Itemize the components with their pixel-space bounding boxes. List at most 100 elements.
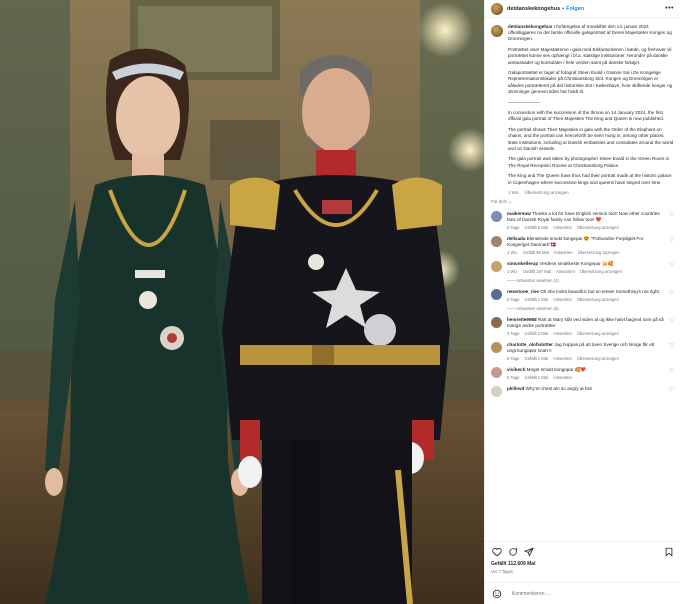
comment-username[interactable]: dellsada — [507, 236, 525, 241]
comment-reply-button[interactable]: Antworten — [556, 269, 575, 274]
comment-likes[interactable]: Gefällt 1 Mal — [525, 297, 549, 302]
avatar[interactable] — [491, 2, 503, 15]
caption-time: 1 Wo. — [508, 190, 520, 196]
caption-avatar[interactable] — [491, 25, 503, 37]
comment-body: Oh she looks beautiful, but so tense! So… — [540, 289, 661, 295]
header-username[interactable]: detdanskekongehus — [507, 6, 560, 12]
royal-portrait-image — [0, 0, 484, 604]
caption: detdanskekongehus I forlængelse af trons… — [491, 24, 674, 195]
comment-translate-link[interactable]: Übersetzung anzeigen — [578, 250, 620, 255]
comment-avatar[interactable] — [491, 367, 502, 379]
post-date: Vor 7 Tagen — [491, 569, 514, 574]
caption-text-7: The King and The Queen have thus had the… — [508, 173, 672, 185]
comment-avatar[interactable] — [491, 236, 502, 248]
comment-time: 1 Wo. — [507, 269, 518, 275]
comment-like-heart-icon[interactable]: ♡ — [669, 368, 674, 374]
comment-likes[interactable]: Gefällt 1 Mal — [525, 375, 549, 380]
comment-avatar[interactable] — [491, 386, 502, 398]
comment-translate-link[interactable]: Übersetzung anzeigen — [580, 269, 622, 274]
comment-time: 6 Tage — [507, 297, 520, 303]
emoji-icon[interactable] — [491, 588, 502, 599]
comment-icon[interactable] — [507, 546, 518, 557]
comment-meta: 1 Wo. Gefällt 98 Mal Antworten Übersetzung … — [507, 250, 664, 255]
share-icon[interactable] — [523, 546, 534, 557]
comment-body: Why're chest am so angry at him — [525, 386, 593, 392]
comment-like-heart-icon[interactable]: ♡ — [669, 290, 674, 296]
comment-text: vivibech Meget smukt kongepar 🥰❤️ — [507, 367, 664, 373]
comment-username[interactable]: maikereuw — [507, 211, 531, 216]
comment-like-heart-icon[interactable]: ♡ — [669, 387, 674, 393]
comment-body: Meget smukt kongepar 🥰❤️ — [526, 367, 587, 373]
post-sidebar: detdanskekongehus • Folgen ••• detdanske… — [484, 0, 680, 604]
comment-username[interactable]: newstone_rise — [507, 289, 539, 294]
post-photo[interactable] — [0, 0, 484, 604]
comment-item: charlotte_olofsdotter Jag hoppas på att … — [491, 342, 674, 361]
comment-list: maikereuw Thanks a lot for have English … — [491, 211, 674, 399]
comment-text: pkillovd Why're chest am so angry at him — [507, 386, 664, 392]
comment-avatar[interactable] — [491, 289, 502, 301]
comment-text: henriette9988 Rart at Mary står ved side… — [507, 317, 664, 329]
comment-like-heart-icon[interactable]: ♡ — [669, 212, 674, 218]
heart-icon[interactable] — [491, 546, 502, 557]
more-options-icon[interactable]: ••• — [665, 5, 674, 12]
view-replies-link[interactable]: —— Antworten ansehen (5) — [507, 306, 674, 311]
bookmark-icon[interactable] — [663, 546, 674, 557]
comment-reply-button[interactable]: Antworten — [553, 356, 572, 361]
comment-time: 3 Tage — [507, 331, 520, 337]
comment-reply-button[interactable]: Antworten — [554, 250, 573, 255]
comment-like-heart-icon[interactable]: ♡ — [669, 318, 674, 324]
comment-like-heart-icon[interactable]: ♡ — [669, 262, 674, 268]
comments-scroll-area[interactable]: detdanskekongehus I forlængelse af trons… — [485, 18, 680, 541]
comment-translate-link[interactable]: Übersetzung anzeigen — [577, 225, 619, 230]
comment-like-heart-icon[interactable]: ♡ — [669, 237, 674, 243]
comment-translate-link[interactable]: Übersetzung anzeigen — [577, 356, 619, 361]
comment-likes[interactable]: Gefällt 5 Mal — [525, 225, 549, 230]
caption-divider: ——————— — [508, 99, 541, 105]
comment-time: 5 Tage — [507, 375, 520, 381]
comment-time: 6 Tage — [507, 225, 520, 231]
comment-time: 5 Tage — [507, 356, 520, 362]
caption-text-6: The gala portrait was taken by photograp… — [508, 156, 670, 168]
comment-likes[interactable]: Gefällt 2 Mal — [525, 331, 549, 336]
comment-reply-button[interactable]: Antworten — [553, 375, 572, 380]
comment-meta: 3 Tage Gefällt 2 Mal Antworten Übersetzung … — [507, 331, 664, 336]
comment-username[interactable]: pkillovd — [507, 386, 524, 391]
comment-item: dellsada Blendende smukt kongepar 😍 "For… — [491, 236, 674, 255]
comment-item: pkillovd Why're chest am so angry at him… — [491, 386, 674, 399]
comment-avatar[interactable] — [491, 342, 502, 354]
comment-username[interactable]: simonkellerup — [507, 261, 538, 266]
separator-dot: • — [562, 5, 565, 12]
comment-text: simonkellerup Verdens smukkeste Kongepar… — [507, 261, 664, 267]
caption-text-1: Portrættet viser Majestæterne i gala med… — [508, 47, 672, 65]
comment-item: maikereuw Thanks a lot for have English … — [491, 211, 674, 230]
caption-translate-link[interactable]: Übersetzung anzeigen — [525, 190, 569, 195]
comment-meta: 6 Tage Gefällt 1 Mal Antworten Übersetzung … — [507, 297, 664, 302]
comment-avatar[interactable] — [491, 211, 502, 223]
comment-username[interactable]: charlotte_olofsdotter — [507, 342, 553, 347]
comment-translate-link[interactable]: Übersetzung anzeigen — [577, 331, 619, 336]
comment-likes[interactable]: Gefällt 98 Mal — [523, 250, 549, 255]
comment-reply-button[interactable]: Antworten — [553, 225, 572, 230]
follow-button[interactable]: Folgen — [566, 6, 584, 12]
comment-avatar[interactable] — [491, 261, 502, 273]
comment-username[interactable]: henriette9988 — [507, 317, 537, 322]
comment-avatar[interactable] — [491, 317, 502, 329]
comment-body: Verdens smukkeste Kongepar 👑🥰 — [539, 261, 614, 267]
comment-likes[interactable]: Gefällt 187 Mal — [523, 269, 551, 274]
comment-text: dellsada Blendende smukt kongepar 😍 "For… — [507, 236, 664, 248]
comment-reply-button[interactable]: Antworten — [553, 331, 572, 336]
add-comment-bar — [485, 582, 680, 604]
comment-input[interactable] — [512, 590, 674, 597]
caption-text-5: The portrait shows Their Majesties in ga… — [508, 127, 674, 151]
comment-username[interactable]: vivibech — [507, 367, 525, 372]
view-replies-link[interactable]: —— Antworten ansehen (4) — [507, 278, 674, 283]
caption-text-2: Galaportrættet er taget af fotograf Stee… — [508, 70, 673, 94]
caption-username[interactable]: detdanskekongehus — [508, 24, 552, 29]
comment-body: Blendende smukt kongepar 😍 "Forbundne Fo… — [507, 236, 644, 248]
comment-likes[interactable]: Gefällt 1 Mal — [525, 356, 549, 361]
comment-like-heart-icon[interactable]: ♡ — [669, 343, 674, 349]
comment-reply-button[interactable]: Antworten — [553, 297, 572, 302]
comment-text: newstone_rise Oh she looks beautiful, bu… — [507, 289, 664, 295]
comment-translate-link[interactable]: Übersetzung anzeigen — [577, 297, 619, 302]
for-you-label[interactable]: Für dich ⌄ — [491, 199, 674, 205]
